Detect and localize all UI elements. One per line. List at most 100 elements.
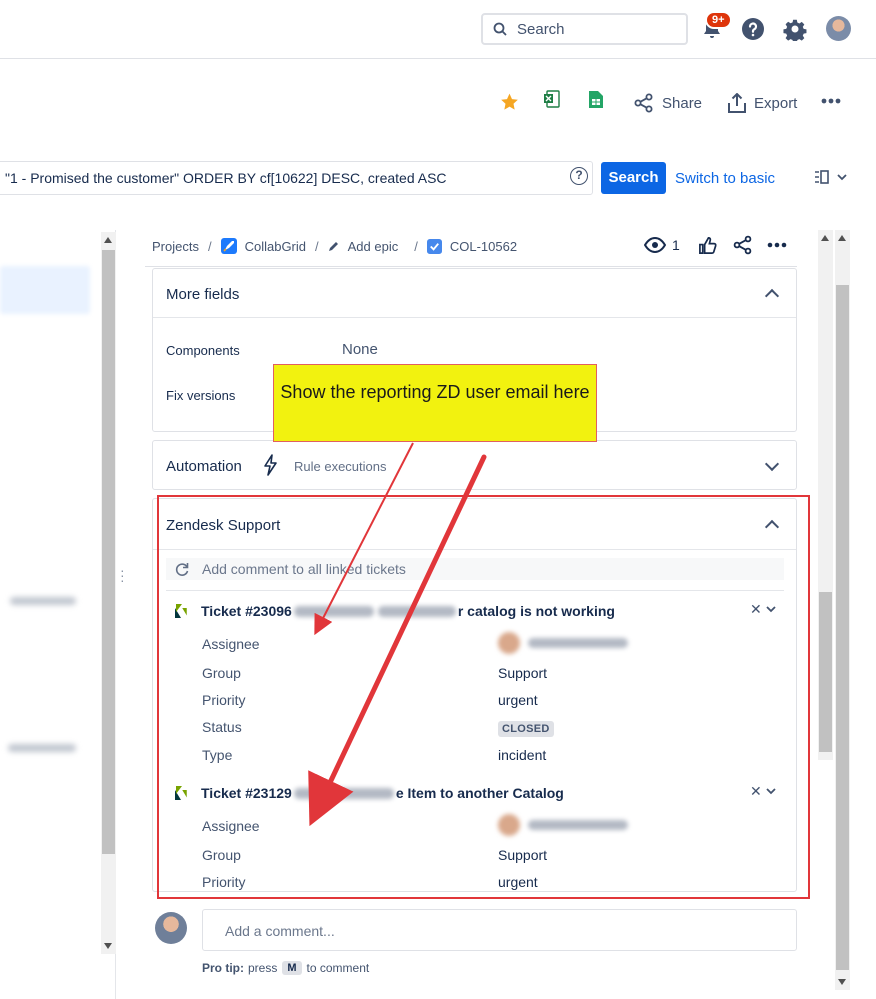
group-value: Support <box>498 847 548 863</box>
components-value[interactable]: None <box>342 341 378 358</box>
refresh-icon <box>175 563 189 576</box>
pencil-icon <box>328 242 338 251</box>
breadcrumb-project-label: CollabGrid <box>244 238 307 254</box>
priority-label: Priority <box>202 874 246 890</box>
chevron-down-icon[interactable] <box>766 788 776 795</box>
assignee-value <box>498 632 628 654</box>
breadcrumb-issue-key: COL-10562 <box>449 238 518 254</box>
ticket-title[interactable]: Ticket #23129 e Item to another Catalog <box>175 785 564 801</box>
watch-eye-icon[interactable] <box>644 237 666 253</box>
status-value: CLOSED <box>498 719 554 737</box>
breadcrumb-add-epic[interactable]: Add epic <box>328 239 398 254</box>
top-navigation-bar: Search 9+ <box>0 0 876 59</box>
zendesk-support-panel: Zendesk Support Add comment to all linke… <box>152 498 797 892</box>
divider <box>166 590 784 591</box>
chevron-down-icon[interactable] <box>766 606 776 613</box>
close-icon[interactable]: ✕ <box>750 601 762 618</box>
ticket-subject: e Item to another Catalog <box>395 785 564 801</box>
protip-press: press <box>248 961 278 975</box>
automation-panel: Automation Rule executions <box>152 440 797 490</box>
priority-value: urgent <box>498 692 538 708</box>
breadcrumb-projects[interactable]: Projects <box>152 239 199 254</box>
priority-value: urgent <box>498 874 538 890</box>
help-icon[interactable] <box>741 17 765 41</box>
issue-toolbar: Share Export <box>0 60 876 145</box>
automation-title[interactable]: Automation <box>166 458 242 475</box>
more-actions-icon[interactable] <box>821 98 841 104</box>
star-icon[interactable] <box>499 92 520 112</box>
export-button[interactable]: Export <box>728 93 797 113</box>
chevron-up-icon[interactable] <box>764 519 780 535</box>
breadcrumb-separator: / <box>315 238 319 254</box>
protip-end: to comment <box>306 961 370 975</box>
blurred-list-text <box>8 744 76 752</box>
jql-query-input[interactable]: "1 - Promised the customer" ORDER BY cf[… <box>0 161 593 195</box>
ticket-actions: ✕ <box>750 601 776 618</box>
export-label: Export <box>754 94 798 112</box>
blurred-text <box>293 605 374 617</box>
more-actions-icon[interactable] <box>767 242 787 248</box>
priority-label: Priority <box>202 692 246 708</box>
close-icon[interactable]: ✕ <box>750 783 762 800</box>
pro-tip: Pro tip: press M to comment <box>202 961 369 975</box>
status-badge: CLOSED <box>498 721 554 737</box>
comment-all-placeholder: Add comment to all linked tickets <box>202 561 406 577</box>
assignee-label: Assignee <box>202 818 260 834</box>
selected-issue-row[interactable] <box>0 266 90 314</box>
type-label: Type <box>202 747 233 763</box>
chevron-down-icon[interactable] <box>764 456 780 472</box>
divider <box>153 549 796 550</box>
excel-icon[interactable] <box>544 90 560 108</box>
gear-icon[interactable] <box>783 17 807 41</box>
page-scrollbar[interactable] <box>835 230 850 990</box>
breadcrumb: Projects / CollabGrid / Add epic / COL-1… <box>152 238 517 254</box>
export-icon <box>728 93 746 113</box>
more-fields-title[interactable]: More fields <box>166 286 239 303</box>
search-placeholder: Search <box>517 20 565 38</box>
fix-versions-label: Fix versions <box>166 388 236 403</box>
jql-help-icon[interactable]: ? <box>570 167 588 185</box>
divider <box>145 266 797 267</box>
lightning-icon <box>264 454 277 476</box>
comment-all-tickets-input[interactable]: Add comment to all linked tickets <box>166 558 784 580</box>
zendesk-title[interactable]: Zendesk Support <box>166 517 280 534</box>
issue-list-panel <box>0 230 116 999</box>
breadcrumb-issue[interactable]: COL-10562 <box>426 238 518 254</box>
ticket-title[interactable]: Ticket #23096 r catalog is not working <box>175 603 615 619</box>
global-search-input[interactable]: Search <box>481 13 688 45</box>
add-comment-input[interactable]: Add a comment... <box>202 909 797 951</box>
breadcrumb-project[interactable]: CollabGrid <box>220 238 307 254</box>
user-avatar[interactable] <box>826 16 851 41</box>
search-button[interactable]: Search <box>601 162 666 194</box>
detail-scrollbar[interactable] <box>818 230 833 760</box>
share-icon[interactable] <box>733 235 753 255</box>
project-rocket-icon <box>220 238 237 254</box>
group-label: Group <box>202 665 241 681</box>
chevron-down-icon <box>837 173 847 180</box>
ticket-number: Ticket #23129 <box>201 785 292 801</box>
task-checkbox-icon <box>426 238 442 254</box>
assignee-value <box>498 814 628 836</box>
left-scrollbar[interactable] <box>101 232 116 954</box>
breadcrumb-separator: / <box>414 238 418 254</box>
thumbs-up-icon[interactable] <box>698 236 717 255</box>
share-button[interactable]: Share <box>634 93 702 113</box>
components-label: Components <box>166 343 240 358</box>
group-label: Group <box>202 847 241 863</box>
ticket-actions: ✕ <box>750 783 776 800</box>
list-view-icon <box>815 170 829 184</box>
assignee-label: Assignee <box>202 636 260 652</box>
sheets-icon[interactable] <box>589 90 603 108</box>
issue-actions: 1 <box>644 235 787 255</box>
group-value: Support <box>498 665 548 681</box>
keyboard-shortcut-key: M <box>282 961 302 975</box>
view-toggle-button[interactable] <box>815 170 847 184</box>
rule-executions-label[interactable]: Rule executions <box>294 459 387 474</box>
zendesk-logo-icon <box>175 604 187 618</box>
chevron-up-icon[interactable] <box>764 288 780 304</box>
switch-to-basic-link[interactable]: Switch to basic <box>675 170 775 187</box>
blurred-text <box>293 787 394 799</box>
resize-handle[interactable]: · · · <box>120 563 125 587</box>
annotation-callout: Show the reporting ZD user email here <box>273 364 597 442</box>
blurred-text <box>377 605 456 617</box>
